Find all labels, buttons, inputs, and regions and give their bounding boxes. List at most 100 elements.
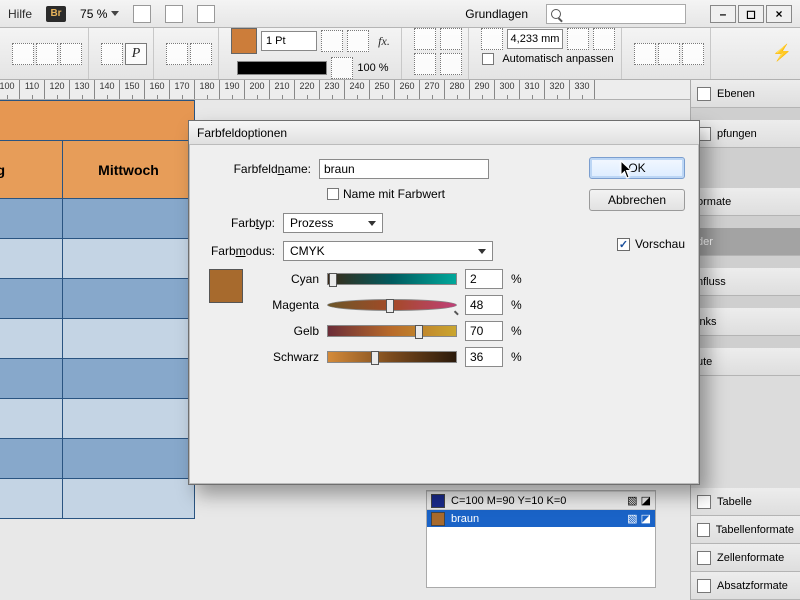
maximize-button[interactable]: ◻	[738, 5, 764, 23]
frame-fit-icon[interactable]	[593, 28, 615, 50]
cyan-label: Cyan	[257, 272, 319, 286]
auto-fit-checkbox[interactable]	[482, 53, 494, 65]
panel-tab-table[interactable]: Tabelle	[691, 488, 800, 516]
magenta-input[interactable]: 48	[465, 295, 503, 315]
tool-icon[interactable]	[36, 43, 58, 65]
tool-icon[interactable]	[321, 30, 343, 52]
bridge-icon[interactable]: Br	[46, 6, 66, 22]
swatch-row[interactable]: C=100 M=90 Y=10 K=0 ▧ ◪	[427, 491, 655, 509]
panel-tab[interactable]: ute	[691, 348, 800, 376]
black-slider[interactable]	[327, 351, 457, 363]
ruler-tick: 120	[45, 80, 70, 100]
yellow-input[interactable]: 70	[465, 321, 503, 341]
panel-tab-selected[interactable]: der	[691, 228, 800, 256]
slider-thumb[interactable]	[371, 351, 379, 365]
swatch-row-selected[interactable]: braun ▧ ◪	[427, 509, 655, 527]
swatch-label: braun	[451, 513, 479, 525]
ruler-tick: 320	[545, 80, 570, 100]
ruler-tick: 140	[95, 80, 120, 100]
tool-icon[interactable]	[101, 43, 123, 65]
search-input[interactable]	[546, 4, 686, 24]
preview-checkbox[interactable]: ✓	[617, 238, 630, 251]
workspace-switcher[interactable]: Grundlagen	[465, 7, 532, 21]
panel-tab-cell-styles[interactable]: Zellenformate	[691, 544, 800, 572]
swatch-type-icon: ▧ ◪	[627, 512, 651, 525]
opacity-value[interactable]: 100 %	[357, 62, 388, 74]
close-button[interactable]: ×	[766, 5, 792, 23]
color-mode-select[interactable]: CMYK	[283, 241, 493, 261]
chevron-down-icon	[368, 221, 376, 226]
view-options-icon[interactable]	[165, 5, 183, 23]
lightning-icon[interactable]: ⚡	[772, 43, 794, 65]
panel-tab[interactable]: ormate	[691, 188, 800, 216]
stroke-style[interactable]	[237, 61, 327, 75]
calendar-header: ng	[0, 141, 63, 199]
dialog-titlebar[interactable]: Farbfeldoptionen	[189, 121, 699, 145]
cyan-input[interactable]: 2	[465, 269, 503, 289]
frame-fit-icon[interactable]	[658, 43, 680, 65]
panel-tab[interactable]: nfluss	[691, 268, 800, 296]
frame-fit-icon[interactable]	[682, 43, 704, 65]
cyan-slider[interactable]	[327, 273, 457, 285]
swatch-type-icon: ▧ ◪	[627, 494, 651, 507]
tool-icon[interactable]	[347, 30, 369, 52]
cancel-button[interactable]: Abbrechen	[589, 189, 685, 211]
align-icon[interactable]	[440, 28, 462, 50]
tool-icon[interactable]	[60, 43, 82, 65]
control-panel: P 1 Pt fx. 100 % 4,233 mm	[0, 28, 800, 80]
frame-fit-icon[interactable]	[634, 43, 656, 65]
magenta-slider[interactable]	[327, 299, 457, 311]
chevron-down-icon	[111, 11, 119, 16]
swatch-label: C=100 M=90 Y=10 K=0	[451, 495, 566, 507]
zoom-level[interactable]: 75 %	[80, 7, 119, 21]
fill-swatch[interactable]	[231, 28, 257, 54]
ruler-tick: 230	[320, 80, 345, 100]
black-input[interactable]: 36	[465, 347, 503, 367]
mm-field[interactable]: 4,233 mm	[507, 29, 563, 49]
ok-button[interactable]: OK	[589, 157, 685, 179]
preview-checkbox-row[interactable]: ✓ Vorschau	[617, 237, 685, 251]
align-icon[interactable]	[440, 53, 462, 75]
arrange-icon[interactable]	[197, 5, 215, 23]
percent-label: %	[511, 272, 522, 286]
frame-fit-icon[interactable]	[567, 28, 589, 50]
align-icon[interactable]	[414, 53, 436, 75]
screen-mode-icon[interactable]	[133, 5, 151, 23]
panel-tab-table-styles[interactable]: Tabellenformate	[691, 516, 800, 544]
tool-icon[interactable]	[190, 43, 212, 65]
slider-thumb[interactable]	[415, 325, 423, 339]
tool-icon[interactable]	[12, 43, 34, 65]
dialog-title: Farbfeldoptionen	[197, 126, 287, 140]
ruler-tick: 270	[420, 80, 445, 100]
tool-icon[interactable]	[331, 57, 353, 79]
panel-tab-layers[interactable]: Ebenen	[691, 80, 800, 108]
menu-bar: Hilfe Br 75 % Grundlagen – ◻ ×	[0, 0, 800, 28]
panel-tab[interactable]: pfungen	[691, 120, 800, 148]
slider-thumb[interactable]	[386, 299, 394, 313]
frame-fit-icon[interactable]	[481, 28, 503, 50]
stroke-weight-select[interactable]: 1 Pt	[261, 31, 317, 51]
align-icon[interactable]	[414, 28, 436, 50]
yellow-label: Gelb	[257, 324, 319, 338]
panel-tab[interactable]: inks	[691, 308, 800, 336]
black-label: Schwarz	[257, 350, 319, 364]
minimize-button[interactable]: –	[710, 5, 736, 23]
stroke-weight-value: 1 Pt	[266, 35, 286, 47]
ruler-tick: 150	[120, 80, 145, 100]
panel-tab-para-styles[interactable]: Absatzformate	[691, 572, 800, 600]
color-type-select[interactable]: Prozess	[283, 213, 383, 233]
ruler-tick: 210	[270, 80, 295, 100]
type-on-path-icon[interactable]: P	[125, 43, 147, 65]
cancel-label: Abbrechen	[608, 193, 666, 207]
ruler-tick: 110	[20, 80, 45, 100]
slider-thumb[interactable]	[329, 273, 337, 287]
tool-icon[interactable]	[166, 43, 188, 65]
swatch-name-input[interactable]	[319, 159, 489, 179]
menu-help[interactable]: Hilfe	[8, 7, 32, 21]
fx-icon[interactable]: fx.	[373, 30, 395, 52]
ruler-tick: 260	[395, 80, 420, 100]
swatch-chip	[431, 512, 445, 526]
ok-label: OK	[628, 161, 645, 175]
yellow-slider[interactable]	[327, 325, 457, 337]
name-with-value-checkbox[interactable]	[327, 188, 339, 200]
